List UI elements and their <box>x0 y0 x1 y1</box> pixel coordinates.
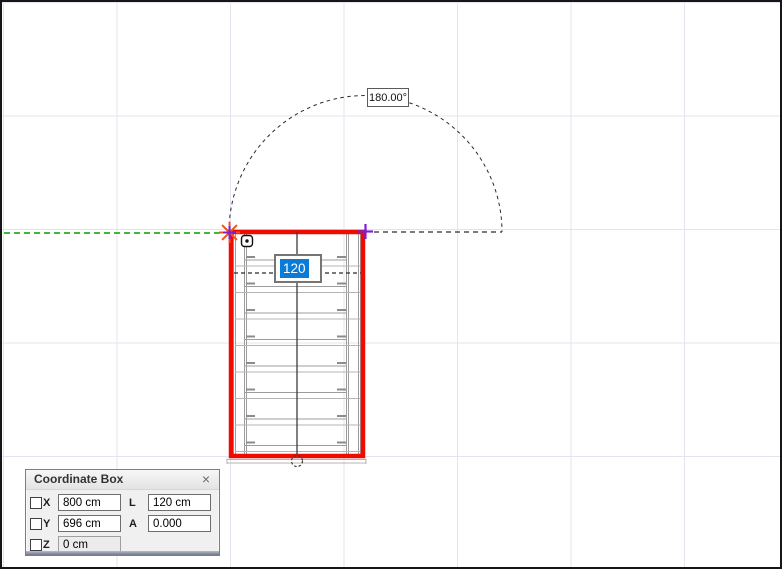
y-field[interactable] <box>58 515 121 532</box>
x-checkbox[interactable] <box>30 497 42 509</box>
coordinate-box-palette[interactable]: Coordinate Box × X L Y A Z <box>25 469 220 556</box>
palette-bottom-edge <box>26 551 219 555</box>
coordinate-row-y: Y A <box>30 515 219 532</box>
angle-readout: 180.00° <box>367 88 409 107</box>
tracker-selected-text: 120 <box>280 259 309 278</box>
x-field[interactable] <box>58 494 121 511</box>
x-label: X <box>43 497 58 509</box>
coordinate-rows: X L Y A Z <box>26 490 219 553</box>
tracker-value-input[interactable]: 120 <box>274 254 322 283</box>
z-label: Z <box>43 539 58 551</box>
l-label: L <box>121 497 148 509</box>
coordinate-row-x: X L <box>30 494 219 511</box>
close-icon[interactable]: × <box>199 470 213 489</box>
coordinate-box-title[interactable]: Coordinate Box × <box>26 470 219 490</box>
a-label: A <box>121 518 148 530</box>
palette-title-text: Coordinate Box <box>34 472 123 486</box>
y-label: Y <box>43 518 58 530</box>
z-checkbox[interactable] <box>30 539 42 551</box>
a-field[interactable] <box>148 515 211 532</box>
cad-window: 180.00° 120 Coordinate Box × X L Y A <box>0 0 782 569</box>
l-field[interactable] <box>148 494 211 511</box>
y-checkbox[interactable] <box>30 518 42 530</box>
